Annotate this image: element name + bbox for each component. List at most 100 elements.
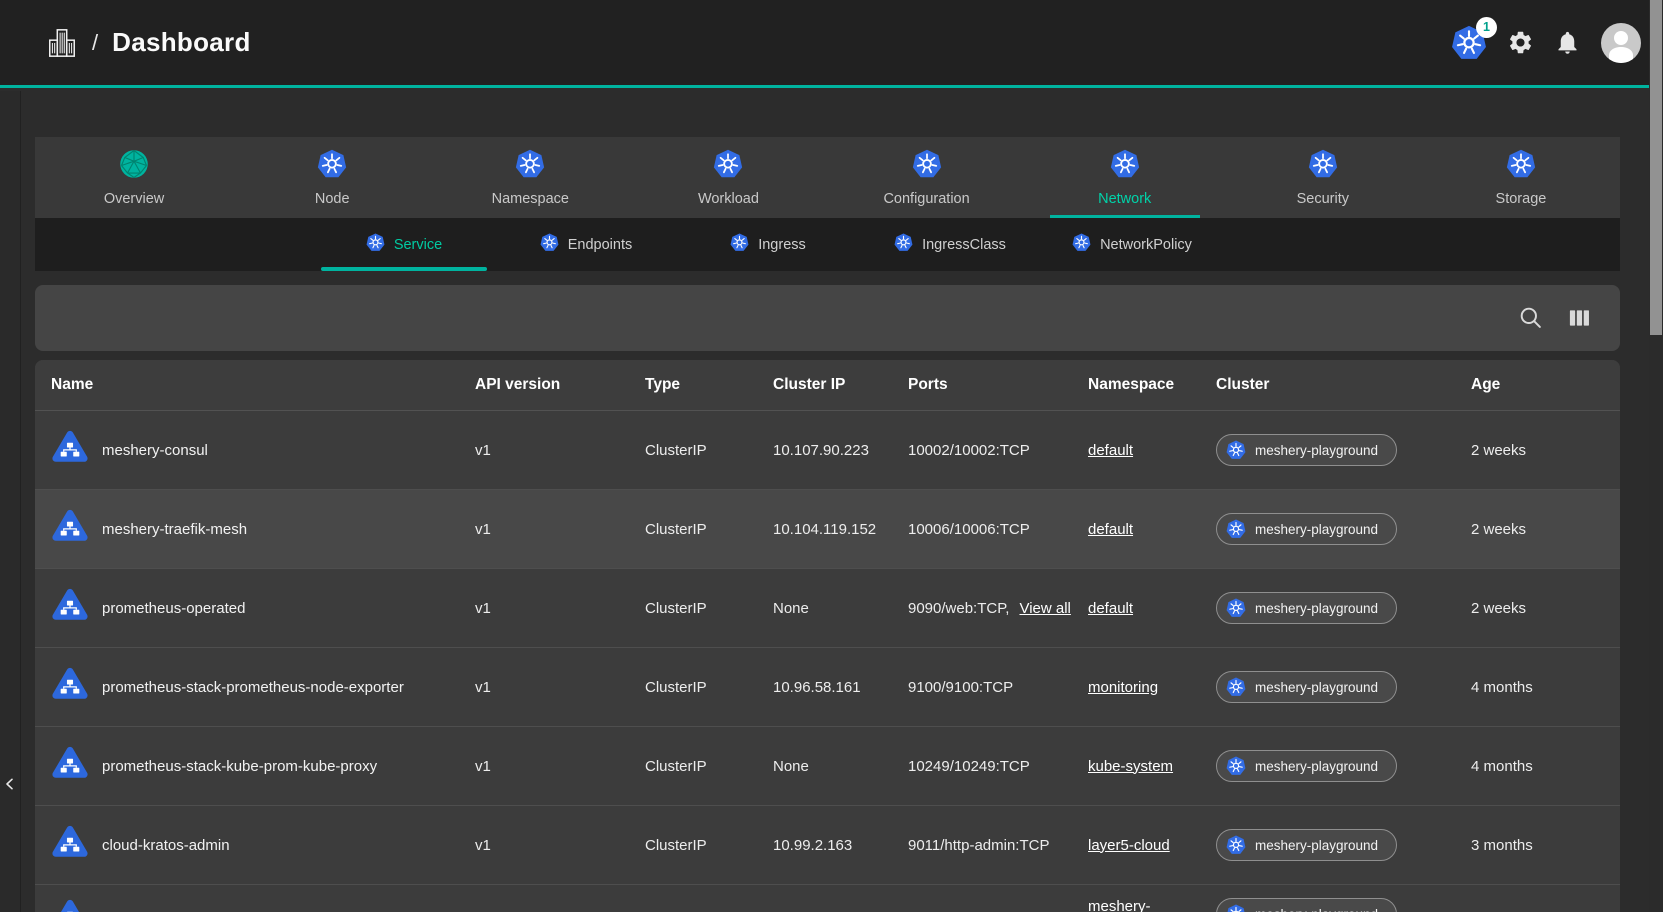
api-version-cell: v1 <box>475 600 645 617</box>
ports-cell: 10006/10006:TCP <box>908 521 1088 538</box>
tab-configuration[interactable]: Configuration <box>828 137 1026 218</box>
column-header-cluster-ip[interactable]: Cluster IP <box>773 376 908 394</box>
table-row[interactable]: meshery- meshery-playground <box>35 885 1620 912</box>
tab-node[interactable]: Node <box>233 137 431 218</box>
tab-storage[interactable]: Storage <box>1422 137 1620 218</box>
ports-value: 10006/10006:TCP <box>908 521 1030 538</box>
subtab-service[interactable]: Service <box>313 218 495 271</box>
ports-value: 9100/9100:TCP <box>908 679 1013 696</box>
cluster-ip-cell: 10.96.58.161 <box>773 679 908 696</box>
scrollbar-thumb[interactable] <box>1650 0 1662 335</box>
cluster-cell: meshery-playground <box>1216 513 1471 545</box>
name-cell: meshery-traefik-mesh <box>35 508 475 550</box>
namespace-link[interactable]: layer5-cloud <box>1088 837 1170 854</box>
ports-cell: 9100/9100:TCP <box>908 679 1088 696</box>
cluster-ip-cell: None <box>773 758 908 775</box>
namespace-link[interactable]: meshery- <box>1088 898 1151 912</box>
tab-workload[interactable]: Workload <box>629 137 827 218</box>
subtab-networkpolicy[interactable]: NetworkPolicy <box>1041 218 1223 271</box>
subtab-ingress[interactable]: Ingress <box>677 218 859 271</box>
table-row[interactable]: prometheus-stack-prometheus-node-exporte… <box>35 648 1620 727</box>
tab-label: Node <box>315 191 350 207</box>
column-header-cluster[interactable]: Cluster <box>1216 376 1471 394</box>
table-header-row: NameAPI versionTypeCluster IPPortsNamesp… <box>35 360 1620 411</box>
cluster-chip-label: meshery-playground <box>1255 838 1378 853</box>
kubernetes-connection-icon[interactable]: 1 <box>1451 25 1487 61</box>
column-header-age[interactable]: Age <box>1471 376 1620 394</box>
tab-label: Namespace <box>492 191 569 207</box>
subtab-label: IngressClass <box>922 237 1006 253</box>
column-header-ports[interactable]: Ports <box>908 376 1088 394</box>
table-row[interactable]: prometheus-stack-kube-prom-kube-proxy v1… <box>35 727 1620 806</box>
notifications-bell-icon[interactable] <box>1554 29 1581 56</box>
services-table: NameAPI versionTypeCluster IPPortsNamesp… <box>35 360 1620 912</box>
tab-network[interactable]: Network <box>1026 137 1224 218</box>
cluster-chip[interactable]: meshery-playground <box>1216 434 1397 466</box>
kubernetes-icon <box>730 233 749 257</box>
cluster-chip[interactable]: meshery-playground <box>1216 671 1397 703</box>
column-header-type[interactable]: Type <box>645 376 773 394</box>
user-avatar[interactable] <box>1601 23 1641 63</box>
cluster-cell: meshery-playground <box>1216 829 1471 861</box>
type-cell: ClusterIP <box>645 442 773 459</box>
ports-cell: 9090/web:TCP,View all <box>908 600 1088 617</box>
cluster-chip[interactable]: meshery-playground <box>1216 592 1397 624</box>
name-cell: meshery-consul <box>35 429 475 471</box>
subtab-label: Endpoints <box>568 237 633 253</box>
search-icon[interactable] <box>1518 305 1544 331</box>
cluster-cell: meshery-playground <box>1216 885 1471 912</box>
api-version-cell: v1 <box>475 758 645 775</box>
building-icon[interactable] <box>46 26 78 60</box>
namespace-cell: layer5-cloud <box>1088 837 1216 854</box>
tab-namespace[interactable]: Namespace <box>431 137 629 218</box>
breadcrumb-separator: / <box>92 30 98 56</box>
cluster-cell: meshery-playground <box>1216 750 1471 782</box>
api-version-cell: v1 <box>475 679 645 696</box>
primary-tabs: Overview Node Namespace Workload Configu… <box>35 137 1620 218</box>
network-sub-tabs: Service Endpoints Ingress IngressClass N… <box>35 218 1620 271</box>
cluster-chip[interactable]: meshery-playground <box>1216 829 1397 861</box>
column-header-api-version[interactable]: API version <box>475 376 645 394</box>
tab-security[interactable]: Security <box>1224 137 1422 218</box>
namespace-cell: meshery- <box>1088 885 1216 912</box>
age-cell: 4 months <box>1471 679 1620 696</box>
ports-value: 10249/10249:TCP <box>908 758 1030 775</box>
type-cell: ClusterIP <box>645 837 773 854</box>
service-icon <box>51 898 89 912</box>
cluster-chip[interactable]: meshery-playground <box>1216 898 1397 912</box>
column-header-namespace[interactable]: Namespace <box>1088 376 1216 394</box>
kubernetes-icon <box>540 233 559 257</box>
scrollbar[interactable] <box>1649 0 1663 912</box>
namespace-link[interactable]: default <box>1088 600 1133 617</box>
top-app-bar: / Dashboard 1 <box>0 0 1663 88</box>
cluster-chip[interactable]: meshery-playground <box>1216 750 1397 782</box>
view-columns-icon[interactable] <box>1566 305 1592 331</box>
age-cell: 2 weeks <box>1471 600 1620 617</box>
column-header-name[interactable]: Name <box>35 376 475 394</box>
namespace-link[interactable]: default <box>1088 442 1133 459</box>
drawer-collapse-toggle[interactable] <box>0 770 19 802</box>
subtab-endpoints[interactable]: Endpoints <box>495 218 677 271</box>
subtab-ingressclass[interactable]: IngressClass <box>859 218 1041 271</box>
breadcrumb: / Dashboard <box>46 26 251 60</box>
table-row[interactable]: prometheus-operated v1 ClusterIP None 90… <box>35 569 1620 648</box>
table-row[interactable]: meshery-consul v1 ClusterIP 10.107.90.22… <box>35 411 1620 490</box>
cluster-chip[interactable]: meshery-playground <box>1216 513 1397 545</box>
table-row[interactable]: meshery-traefik-mesh v1 ClusterIP 10.104… <box>35 490 1620 569</box>
namespace-link[interactable]: monitoring <box>1088 679 1158 696</box>
tab-overview[interactable]: Overview <box>35 137 233 218</box>
service-name: meshery-traefik-mesh <box>102 521 247 538</box>
settings-gear-icon[interactable] <box>1507 29 1534 56</box>
cluster-ip-cell: None <box>773 600 908 617</box>
namespace-link[interactable]: kube-system <box>1088 758 1173 775</box>
name-cell: prometheus-operated <box>35 587 475 629</box>
cluster-ip-cell: 10.107.90.223 <box>773 442 908 459</box>
api-version-cell: v1 <box>475 521 645 538</box>
ports-cell: 10249/10249:TCP <box>908 758 1088 775</box>
view-all-link[interactable]: View all <box>1019 600 1070 617</box>
table-row[interactable]: cloud-kratos-admin v1 ClusterIP 10.99.2.… <box>35 806 1620 885</box>
namespace-link[interactable]: default <box>1088 521 1133 538</box>
tab-label: Network <box>1098 191 1151 207</box>
namespace-cell: kube-system <box>1088 758 1216 775</box>
ports-cell: 10002/10002:TCP <box>908 442 1088 459</box>
